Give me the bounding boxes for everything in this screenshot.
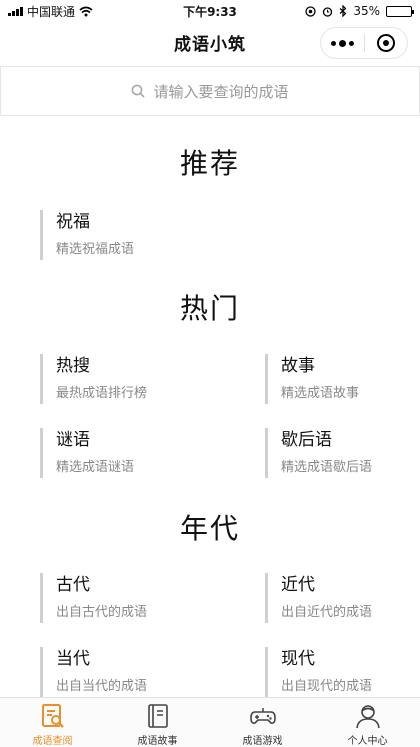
- tab-label: 个人中心: [347, 736, 388, 747]
- tab-personal-center[interactable]: 个人中心: [315, 698, 420, 747]
- category-card-modern[interactable]: 现代 出自现代的成语: [265, 647, 420, 697]
- card-title: 谜语: [56, 430, 90, 450]
- card-subtitle: 精选成语故事: [281, 386, 360, 401]
- section-title-hot: 热门: [179, 292, 240, 325]
- card-title: 当代: [56, 649, 90, 669]
- status-bar: 中国联通 下午9:33 35%: [0, 0, 420, 22]
- status-right: 35%: [305, 4, 414, 18]
- card-title: 近代: [281, 575, 315, 595]
- wifi-icon: [79, 6, 93, 16]
- card-title: 热搜: [56, 356, 90, 376]
- tab-label: 成语故事: [137, 736, 178, 747]
- card-subtitle: 精选成语谜语: [56, 460, 135, 475]
- page-title: 成语小筑: [174, 34, 246, 55]
- tab-label: 成语查阅: [32, 736, 73, 747]
- battery-percent: 35%: [353, 4, 380, 18]
- category-card-contemporary[interactable]: 当代 出自当代的成语: [40, 647, 210, 697]
- tab-idiom-games[interactable]: 成语游戏: [210, 698, 315, 747]
- book-icon: [147, 704, 168, 728]
- bluetooth-icon: [339, 5, 347, 17]
- card-title: 古代: [56, 575, 90, 595]
- card-subtitle: 精选祝福成语: [56, 242, 135, 257]
- section-title-era: 年代: [179, 512, 240, 545]
- user-icon: [355, 705, 380, 729]
- location-lock-icon: [305, 5, 316, 17]
- card-title: 歇后语: [281, 430, 332, 450]
- category-card-hot-search[interactable]: 热搜 最热成语排行榜: [40, 354, 210, 404]
- alarm-icon: [323, 6, 333, 17]
- card-title: 现代: [281, 649, 315, 669]
- gamepad-icon: [249, 708, 276, 724]
- signal-icon: [8, 6, 23, 16]
- search-input[interactable]: 请输入要查询的成语: [0, 66, 420, 116]
- tab-idiom-lookup[interactable]: 成语查阅: [0, 698, 105, 747]
- carrier-name: 中国联通: [27, 4, 76, 19]
- search-book-icon: [41, 704, 64, 728]
- category-card-xiehouyu[interactable]: 歇后语 精选成语歇后语: [265, 428, 420, 478]
- card-subtitle: 最热成语排行榜: [56, 386, 148, 401]
- category-card-story[interactable]: 故事 精选成语故事: [265, 354, 420, 404]
- battery-icon: [386, 5, 414, 17]
- category-card-blessing[interactable]: 祝福 精选祝福成语: [40, 210, 210, 260]
- tab-bar: 成语查阅 成语故事 成语游戏 个人中心: [0, 697, 420, 747]
- target-icon: [376, 34, 395, 52]
- more-button[interactable]: [321, 28, 364, 58]
- card-subtitle: 出自古代的成语: [56, 605, 148, 620]
- category-card-modern-early[interactable]: 近代 出自近代的成语: [265, 573, 420, 623]
- tab-idiom-stories[interactable]: 成语故事: [105, 698, 210, 747]
- card-subtitle: 出自现代的成语: [281, 679, 373, 694]
- section-title-recommend: 推荐: [179, 147, 240, 180]
- card-subtitle: 精选成语歇后语: [281, 460, 373, 475]
- category-card-ancient[interactable]: 古代 出自古代的成语: [40, 573, 210, 623]
- category-card-riddle[interactable]: 谜语 精选成语谜语: [40, 428, 210, 478]
- status-left: 中国联通: [8, 3, 93, 20]
- tab-label: 成语游戏: [242, 736, 283, 747]
- card-title: 故事: [281, 356, 315, 376]
- card-title: 祝福: [56, 212, 90, 232]
- mini-program-capsule: [320, 27, 408, 59]
- search-icon: [132, 84, 146, 98]
- card-subtitle: 出自近代的成语: [281, 605, 373, 620]
- card-subtitle: 出自当代的成语: [56, 679, 148, 694]
- nav-bar: 成语小筑: [0, 22, 420, 62]
- more-dots-icon: [330, 39, 354, 47]
- close-program-button[interactable]: [365, 28, 408, 58]
- search-placeholder: 请输入要查询的成语: [153, 82, 289, 101]
